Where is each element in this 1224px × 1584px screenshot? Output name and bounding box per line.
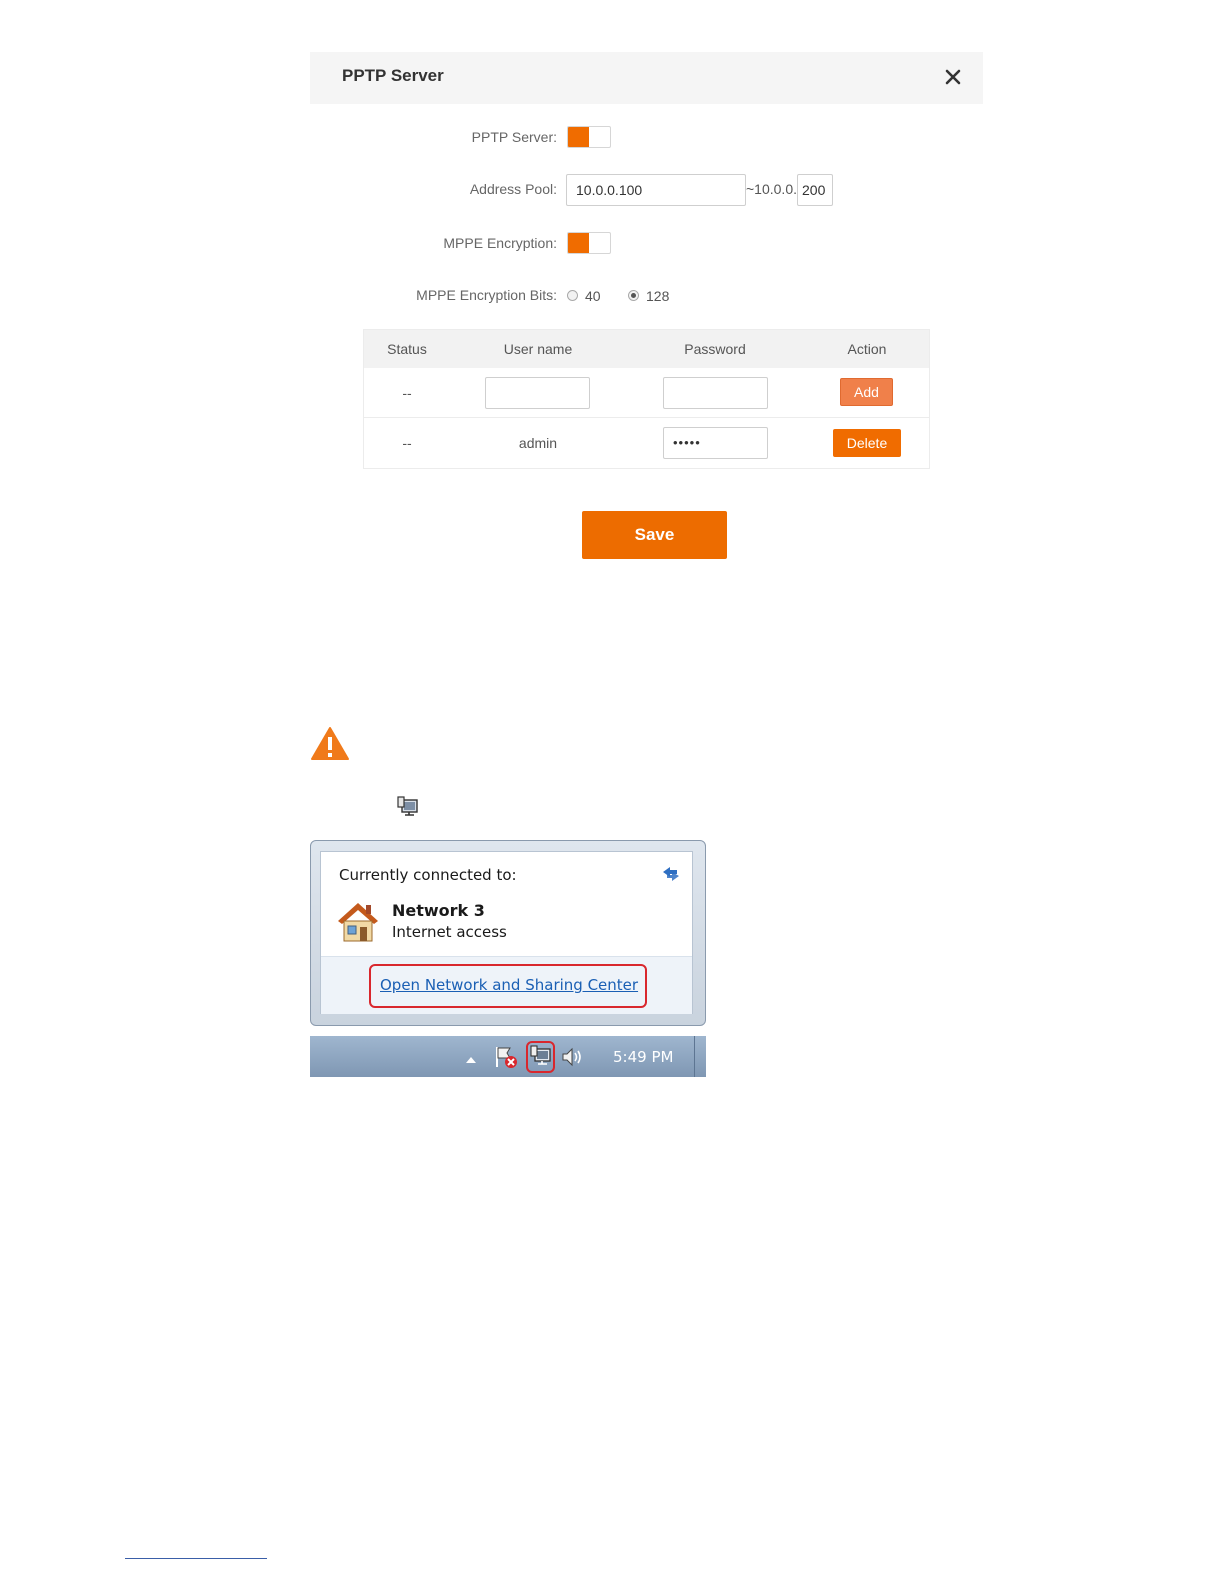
mppe-bits-label: MPPE Encryption Bits: — [416, 287, 557, 303]
close-icon[interactable] — [942, 66, 964, 88]
address-pool-separator: ~10.0.0. — [746, 181, 797, 197]
footnote-rule — [125, 1558, 267, 1559]
network-status: Internet access — [392, 923, 507, 941]
new-password-input[interactable] — [663, 377, 768, 409]
new-username-input[interactable] — [485, 377, 590, 409]
mppe-encryption-toggle[interactable] — [567, 232, 611, 254]
taskbar-clock[interactable]: 5:49 PM — [613, 1048, 673, 1066]
open-network-sharing-center-link[interactable]: Open Network and Sharing Center — [380, 976, 638, 994]
table-row-username: admin — [518, 435, 558, 451]
mppe-bits-40-label: 40 — [585, 288, 601, 304]
mppe-bits-128-radio[interactable] — [628, 290, 639, 301]
refresh-icon[interactable] — [660, 863, 682, 885]
table-row-status: -- — [402, 435, 412, 451]
network-tray-icon[interactable] — [529, 1045, 553, 1069]
network-tray-icon — [396, 796, 420, 820]
new-row-status: -- — [402, 385, 412, 401]
toggle-on-indicator — [568, 233, 589, 253]
table-row-divider — [364, 417, 929, 418]
address-pool-end-input[interactable] — [797, 174, 833, 206]
address-pool-label: Address Pool: — [469, 181, 557, 197]
action-center-flag-icon[interactable] — [494, 1045, 518, 1069]
pptp-server-label: PPTP Server: — [471, 129, 557, 145]
col-password: Password — [684, 341, 746, 357]
table-row-password-field[interactable]: ••••• — [663, 427, 768, 459]
warning-icon — [310, 726, 350, 761]
volume-icon[interactable] — [561, 1046, 585, 1068]
pptp-server-toggle[interactable] — [567, 126, 611, 148]
add-user-button[interactable]: Add — [840, 378, 893, 406]
network-name: Network 3 — [392, 901, 485, 920]
mppe-bits-128-label: 128 — [646, 288, 670, 304]
taskbar-divider — [694, 1036, 695, 1077]
dialog-title: PPTP Server — [342, 66, 444, 85]
mppe-encryption-label: MPPE Encryption: — [443, 235, 557, 251]
col-username: User name — [503, 341, 573, 357]
home-network-icon — [334, 899, 382, 943]
delete-user-button[interactable]: Delete — [833, 429, 901, 457]
col-status: Status — [387, 341, 427, 357]
show-hidden-icons-arrow-icon[interactable] — [465, 1052, 477, 1063]
connected-label: Currently connected to: — [339, 866, 517, 884]
save-button[interactable]: Save — [582, 511, 727, 559]
mppe-bits-40-radio[interactable] — [567, 290, 578, 301]
col-action: Action — [847, 341, 887, 357]
address-pool-start-input[interactable] — [566, 174, 746, 206]
toggle-on-indicator — [568, 127, 589, 147]
